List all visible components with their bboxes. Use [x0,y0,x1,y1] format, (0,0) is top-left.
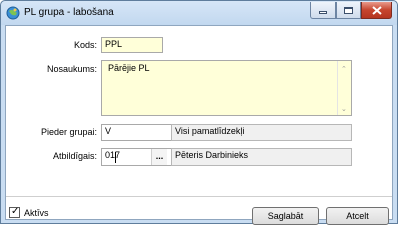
kods-label: Kods: [73,40,97,50]
dialog-window: PL grupa - labošana Kods: PPL Nosaukums:… [0,0,398,225]
close-icon [371,5,382,15]
nosaukums-scrollbar[interactable]: ⌃ ⌄ [337,61,351,115]
pieder-grupai-name: Visi pamatlīdzekļi [175,126,245,136]
title-bar[interactable]: PL grupa - labošana [1,1,397,25]
kods-input[interactable]: PPL [101,37,163,53]
scroll-up-icon[interactable]: ⌃ [341,65,347,73]
checkmark-icon: ✓ [11,206,20,217]
scroll-down-icon[interactable]: ⌄ [341,105,347,113]
close-button[interactable] [361,2,392,19]
pieder-grupai-name-field: Visi pamatlīdzekļi [171,124,352,141]
aktivs-checkbox[interactable]: ✓ [9,206,20,218]
atbildigais-label: Atbildīgais: [52,151,97,161]
atbildigais-code: 017 [105,150,121,160]
aktivs-label[interactable]: Aktīvs [24,208,49,218]
nosaukums-textarea[interactable]: Pārējie PL ⌃ ⌄ [101,60,352,116]
minimize-button[interactable] [310,2,336,19]
save-button[interactable]: Saglabāt [252,207,319,225]
kods-value: PPL [105,39,123,49]
atbildigais-code-input[interactable]: 017 ... [101,148,172,166]
atbildigais-browse-button[interactable]: ... [151,149,167,165]
pieder-grupai-code-input[interactable]: V [101,124,172,141]
minimize-icon [319,11,327,14]
app-globe-icon [6,6,20,20]
atbildigais-name: Pēteris Darbinieks [175,150,249,160]
window-title: PL grupa - labošana [24,7,114,18]
nosaukums-value: Pārējie PL [108,63,150,73]
footer-divider [6,196,392,197]
text-cursor [115,152,116,163]
nosaukums-label: Nosaukums: [46,64,97,74]
pieder-grupai-code: V [105,126,112,136]
maximize-button[interactable] [336,2,361,19]
maximize-icon [344,6,353,14]
pieder-grupai-label: Pieder grupai: [40,127,97,137]
dialog-body: Kods: PPL Nosaukums: Pārējie PL ⌃ ⌄ Pied… [5,25,393,225]
cancel-button[interactable]: Atcelt [326,207,389,225]
browse-ellipsis-icon: ... [155,151,164,161]
atbildigais-name-field: Pēteris Darbinieks [171,148,352,166]
